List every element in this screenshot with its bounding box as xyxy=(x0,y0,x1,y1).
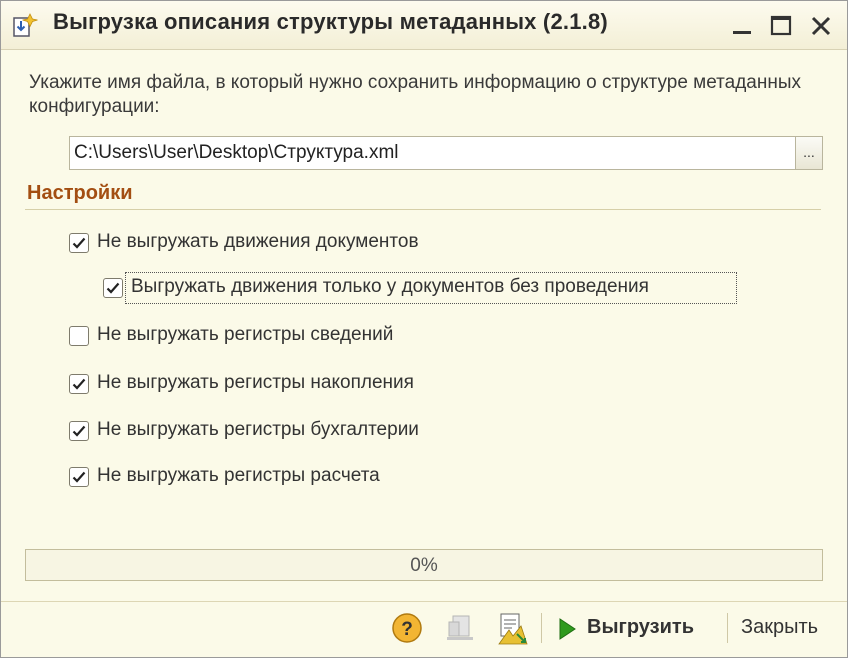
option-movements-unposted-only[interactable]: Выгружать движения только у документов б… xyxy=(103,276,733,306)
close-button[interactable]: Закрыть xyxy=(737,610,837,646)
checkbox[interactable] xyxy=(69,467,89,487)
checkbox[interactable] xyxy=(69,374,89,394)
section-divider xyxy=(25,209,821,210)
export-button[interactable]: Выгрузить xyxy=(555,610,721,646)
option-label: Выгружать движения только у документов б… xyxy=(131,276,649,297)
toolbar-separator xyxy=(727,613,728,643)
window-title: Выгрузка описания структуры метаданных (… xyxy=(53,9,608,34)
progress-bar: 0% xyxy=(25,549,823,581)
checkbox[interactable] xyxy=(103,278,123,298)
progress-text: 0% xyxy=(410,555,438,576)
file-path-input[interactable] xyxy=(69,136,795,170)
export-metadata-window: Выгрузка описания структуры метаданных (… xyxy=(0,0,848,658)
option-no-accumulation-registers[interactable]: Не выгружать регистры накопления xyxy=(69,372,489,402)
close-button-label: Закрыть xyxy=(741,616,819,638)
browse-button[interactable]: ... xyxy=(795,136,823,170)
option-no-calculation-registers[interactable]: Не выгружать регистры расчета xyxy=(69,465,469,495)
file-prompt-label: Укажите имя файла, в который нужно сохра… xyxy=(29,72,802,117)
option-no-info-registers[interactable]: Не выгружать регистры сведений xyxy=(69,324,469,354)
open-file-icon[interactable] xyxy=(493,610,529,646)
settings-section-title: Настройки xyxy=(27,182,133,204)
svg-text:?: ? xyxy=(401,619,413,640)
maximize-icon[interactable] xyxy=(766,11,796,41)
footer-divider xyxy=(1,601,847,602)
option-label: Не выгружать регистры бухгалтерии xyxy=(97,419,419,440)
option-label: Не выгружать регистры расчета xyxy=(97,465,380,486)
help-icon[interactable]: ? xyxy=(389,610,425,646)
minimize-icon[interactable] xyxy=(727,11,757,41)
close-icon[interactable] xyxy=(806,11,836,41)
play-icon xyxy=(559,618,576,640)
checkbox[interactable] xyxy=(69,421,89,441)
document-disabled-icon[interactable] xyxy=(443,610,479,646)
option-no-accounting-registers[interactable]: Не выгружать регистры бухгалтерии xyxy=(69,419,489,449)
option-no-document-movements[interactable]: Не выгружать движения документов xyxy=(69,231,489,261)
toolbar-separator xyxy=(541,613,542,643)
option-label: Не выгружать регистры сведений xyxy=(97,324,394,345)
option-label: Не выгружать регистры накопления xyxy=(97,372,414,393)
checkbox[interactable] xyxy=(69,326,89,346)
title-bar[interactable]: Выгрузка описания структуры метаданных (… xyxy=(1,1,847,50)
checkbox[interactable] xyxy=(69,233,89,253)
option-label: Не выгружать движения документов xyxy=(97,231,419,252)
export-app-icon xyxy=(13,13,38,37)
export-button-label: Выгрузить xyxy=(587,616,694,638)
